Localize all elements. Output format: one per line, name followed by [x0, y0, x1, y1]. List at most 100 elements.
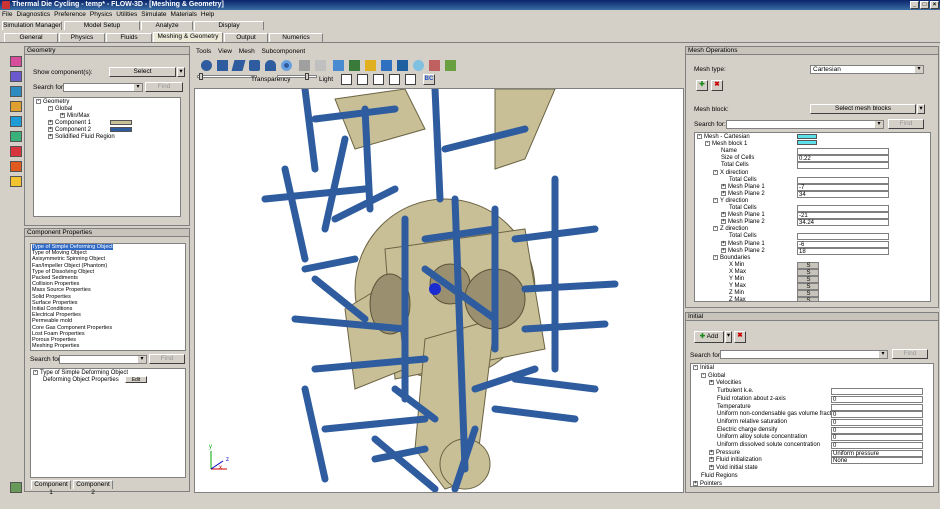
tree-row-value[interactable] [831, 403, 923, 411]
tree-row[interactable]: - Mesh block 1 [705, 141, 747, 148]
tree-row[interactable]: + Mesh Plane 2 [721, 247, 765, 255]
property-item[interactable]: Axisymmetric Spinning Object [32, 256, 105, 262]
tree-row[interactable]: Fluid rotation about z-axis [717, 396, 786, 403]
tree-row[interactable]: Z Min [729, 290, 744, 297]
tree-row-value[interactable]: -6 [797, 240, 889, 248]
expand-toggle-icon[interactable]: - [713, 226, 718, 232]
tree-row[interactable]: Uniform non-condensable gas volume fract… [717, 411, 839, 418]
maximize-button[interactable]: □ [920, 1, 929, 9]
property-item[interactable]: Type of Moving Object [32, 250, 87, 256]
menu-file[interactable]: File [0, 11, 14, 18]
status-icon[interactable] [10, 482, 22, 493]
tab-numerics[interactable]: Numerics [269, 33, 323, 42]
tab-general[interactable]: General [4, 33, 58, 42]
tree-row[interactable]: X Min [729, 262, 744, 269]
rotate-icon[interactable] [365, 60, 376, 71]
cp-find-button[interactable]: Find [149, 354, 185, 364]
subtract-icon[interactable] [315, 60, 326, 71]
tab-component-2[interactable]: Component 2 [73, 480, 113, 496]
select-mesh-blocks-button[interactable]: Select mesh blocks [810, 104, 916, 114]
component-2-color-swatch[interactable] [110, 127, 132, 132]
tab-component-1[interactable]: Component 1 [31, 480, 71, 496]
menu-utilities[interactable]: Utilities [114, 11, 139, 18]
property-item[interactable]: Type of Simple Deforming Object [32, 244, 113, 250]
tree-row-value[interactable]: 0.22 [797, 155, 889, 163]
tree-row-value[interactable]: 0 [831, 434, 923, 442]
subcomponent-menu[interactable]: Subcomponent [262, 48, 306, 55]
property-item[interactable]: Lost Foam Properties [32, 331, 85, 337]
geometry-search-input[interactable] [63, 83, 143, 92]
mesh-color-swatch-1[interactable] [797, 134, 817, 139]
tab-fluids[interactable]: Fluids [106, 33, 152, 42]
delete-initial-button[interactable]: ✖ [734, 331, 746, 343]
tree-row[interactable]: Electric charge density [717, 427, 777, 434]
tree-row[interactable]: -Z direction [713, 226, 748, 233]
tree-row-value[interactable]: Uniform pressure [831, 449, 923, 457]
tab-display[interactable]: Display [194, 21, 264, 30]
view-menu[interactable]: View [218, 48, 232, 55]
add-initial-button[interactable]: ✚ Add [694, 331, 724, 343]
tree-row[interactable]: Temperature [717, 404, 751, 411]
tab-physics[interactable]: Physics [59, 33, 105, 42]
tree-row-value[interactable] [831, 388, 923, 396]
stl-icon[interactable] [299, 60, 310, 71]
expand-toggle-icon[interactable]: + [709, 457, 714, 463]
tree-row-value[interactable]: None [831, 457, 923, 465]
expand-toggle-icon[interactable]: + [721, 219, 726, 225]
mesh-color-swatch-2[interactable] [797, 140, 817, 145]
menu-help[interactable]: Help [199, 11, 216, 18]
tree-row[interactable]: + Mesh Plane 1 [721, 183, 765, 191]
tree-row[interactable]: X Max [729, 269, 746, 276]
property-item[interactable]: Fan/Impeller Object (Phantom) [32, 263, 107, 269]
property-item[interactable]: Solid Properties [32, 294, 71, 300]
property-item[interactable]: Type of Dissolving Object [32, 269, 94, 275]
delete-mesh-button[interactable]: ✖ [711, 80, 723, 91]
mesh-menu[interactable]: Mesh [239, 48, 255, 55]
property-item[interactable]: Core Gas Component Properties [32, 325, 112, 331]
tree-row[interactable]: + Velocities [709, 380, 741, 387]
tab-model-setup[interactable]: Model Setup [64, 21, 140, 30]
tree-row-value[interactable]: 0 [831, 411, 923, 419]
transparency-slider[interactable] [197, 75, 257, 78]
expand-toggle-icon[interactable]: + [721, 190, 726, 196]
tree-row[interactable]: Z Max [729, 297, 746, 301]
expand-toggle-icon[interactable]: - [697, 134, 702, 139]
expand-toggle-icon[interactable]: + [721, 183, 726, 189]
light-thumb[interactable] [305, 73, 309, 80]
property-item[interactable]: Porous Properties [32, 337, 76, 343]
expand-toggle-icon[interactable]: - [705, 141, 710, 147]
tab-meshing-geometry[interactable]: Meshing & Geometry [153, 32, 223, 42]
tree-row-value[interactable]: -7 [797, 183, 889, 191]
tree-row-value[interactable]: 34.24 [797, 219, 889, 227]
property-item[interactable]: Initial Conditions [32, 306, 72, 312]
property-item[interactable]: Meshing Properties [32, 343, 79, 349]
initial-search-input[interactable] [720, 350, 888, 359]
property-item[interactable]: Mass Source Properties [32, 287, 91, 293]
tab-output[interactable]: Output [224, 33, 268, 42]
tree-row[interactable]: - Global [701, 372, 725, 380]
tree-row[interactable]: Uniform alloy solute concentration [717, 434, 807, 441]
tree-row[interactable]: -X direction [713, 169, 748, 177]
tree-row[interactable]: Total Cells [721, 162, 749, 169]
property-item[interactable]: Packed Sediments [32, 275, 78, 281]
mesh-blocks-dropdown[interactable]: ▾ [917, 104, 925, 114]
expand-toggle-icon[interactable]: + [721, 247, 726, 253]
component-1-color-swatch[interactable] [110, 120, 132, 125]
property-item[interactable]: Collision Properties [32, 281, 79, 287]
tree-row[interactable]: Name [721, 148, 737, 155]
valve-tool-icon[interactable] [10, 116, 22, 127]
particle-tool-icon[interactable] [10, 161, 22, 172]
tree-row[interactable]: Total Cells [729, 177, 757, 184]
expand-toggle-icon[interactable]: + [721, 240, 726, 246]
fluid-source-icon[interactable] [10, 146, 22, 157]
tree-row-value[interactable]: 0 [831, 426, 923, 434]
torus-icon[interactable] [281, 60, 292, 71]
tree-row-value[interactable]: S [797, 261, 819, 269]
tree-row-value[interactable] [797, 205, 889, 212]
eye-icon[interactable] [413, 60, 424, 71]
tree-row[interactable]: Uniform dissolved solute concentration [717, 442, 820, 449]
tree-row[interactable]: -Y direction [713, 197, 748, 205]
cylinder-icon[interactable] [249, 60, 260, 71]
paint-icon[interactable] [429, 60, 440, 71]
expand-toggle-icon[interactable]: - [701, 372, 706, 378]
